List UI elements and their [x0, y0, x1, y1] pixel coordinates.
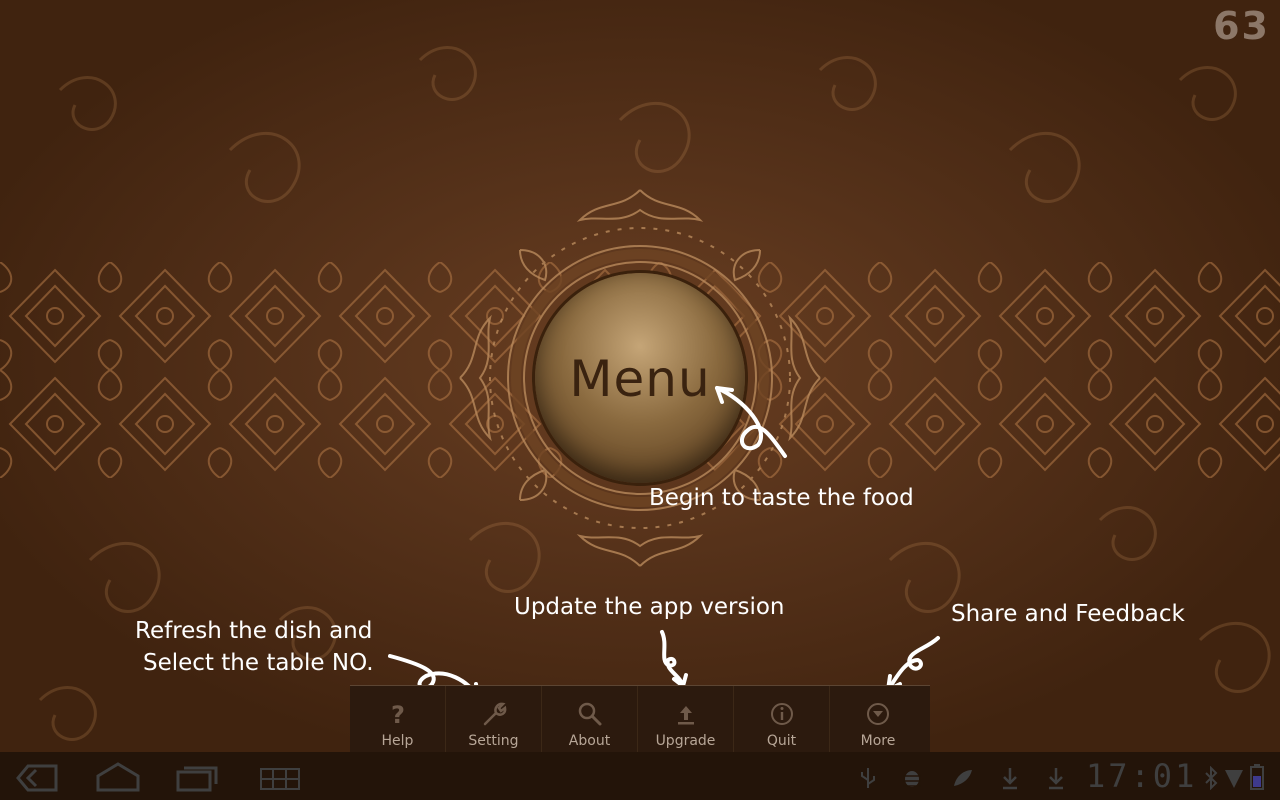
svg-text:?: ? [391, 701, 405, 729]
download-icon [1049, 768, 1063, 790]
status-clock: 17:01 [1086, 757, 1198, 795]
about-button[interactable]: About [542, 686, 638, 753]
setting-button[interactable]: Setting [446, 686, 542, 753]
bluetooth-icon [1205, 766, 1218, 790]
more-label: More [860, 733, 896, 749]
upgrade-label: Upgrade [655, 733, 716, 749]
upgrade-button[interactable]: Upgrade [638, 686, 734, 753]
annotation-refresh-line2: Select the table NO. [143, 650, 374, 676]
info-icon [770, 703, 793, 725]
dish-counter: 63 [1213, 4, 1270, 48]
upload-icon [677, 706, 694, 725]
magnifier-icon [578, 702, 601, 726]
grid-icon[interactable] [260, 768, 300, 790]
question-icon: ? [391, 701, 405, 729]
more-button[interactable]: More [830, 686, 926, 753]
android-debug-icon [903, 771, 921, 787]
download-icon [1003, 768, 1017, 790]
annotation-more: Share and Feedback [951, 601, 1185, 627]
annotation-refresh-line1: Refresh the dish and [135, 618, 373, 644]
help-label: Help [381, 733, 414, 749]
usb-icon [861, 768, 875, 788]
about-label: About [568, 733, 611, 749]
quit-button[interactable]: Quit [734, 686, 830, 753]
circle-down-icon [867, 703, 889, 725]
recent-apps-icon[interactable] [176, 764, 218, 792]
annotation-upgrade: Update the app version [514, 594, 785, 620]
menu-button-label: Menu [569, 350, 711, 408]
home-icon[interactable] [96, 762, 140, 792]
help-button[interactable]: ? Help [350, 686, 446, 753]
annotation-menu: Begin to taste the food [649, 485, 914, 511]
quit-label: Quit [766, 733, 797, 749]
setting-label: Setting [468, 733, 519, 749]
menu-button[interactable]: Menu [535, 273, 745, 483]
wrench-icon [483, 702, 506, 726]
wifi-icon [1225, 770, 1243, 788]
back-icon[interactable] [16, 764, 58, 792]
options-menu-panel: ? Help Setting About Upgrade Quit More [350, 685, 930, 753]
battery-icon [1250, 764, 1264, 790]
leaf-icon [954, 770, 972, 786]
